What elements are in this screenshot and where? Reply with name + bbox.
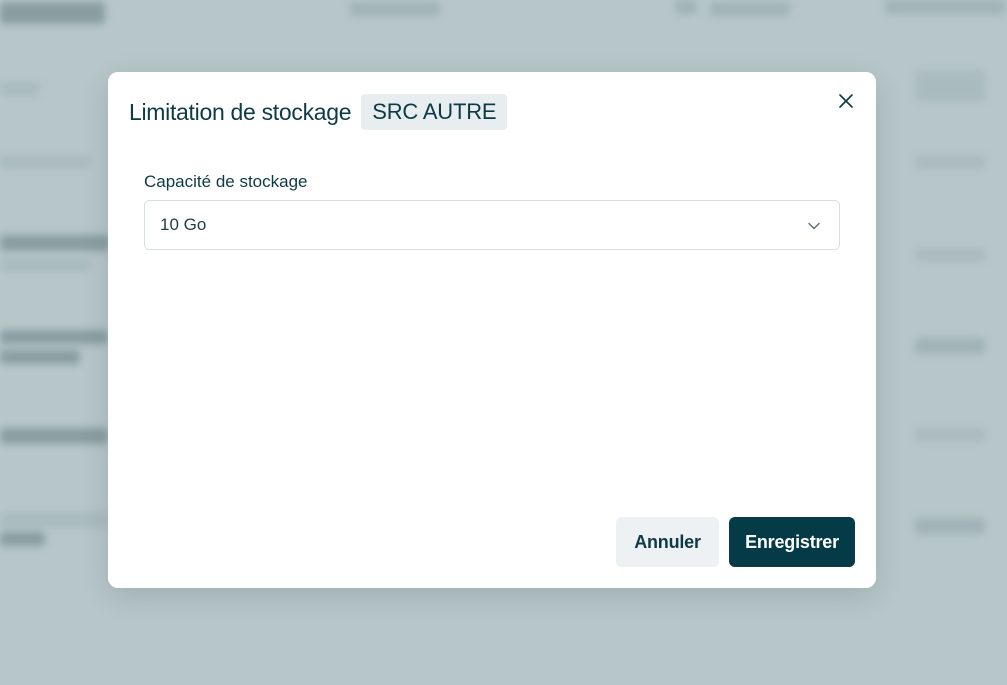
chevron-down-icon xyxy=(807,219,821,233)
save-button[interactable]: Enregistrer xyxy=(729,517,855,567)
cancel-button[interactable]: Annuler xyxy=(616,517,719,567)
storage-capacity-select[interactable]: 10 Go xyxy=(144,200,840,250)
storage-limit-dialog: Limitation de stockage SRC AUTRE Capacit… xyxy=(108,72,876,588)
dialog-header: Limitation de stockage SRC AUTRE xyxy=(129,94,508,130)
close-button[interactable] xyxy=(836,93,856,113)
source-badge: SRC AUTRE xyxy=(361,94,508,130)
dialog-title: Limitation de stockage xyxy=(129,98,352,125)
close-icon xyxy=(839,93,853,113)
storage-capacity-label: Capacité de stockage xyxy=(144,172,308,191)
storage-capacity-value: 10 Go xyxy=(160,215,207,234)
